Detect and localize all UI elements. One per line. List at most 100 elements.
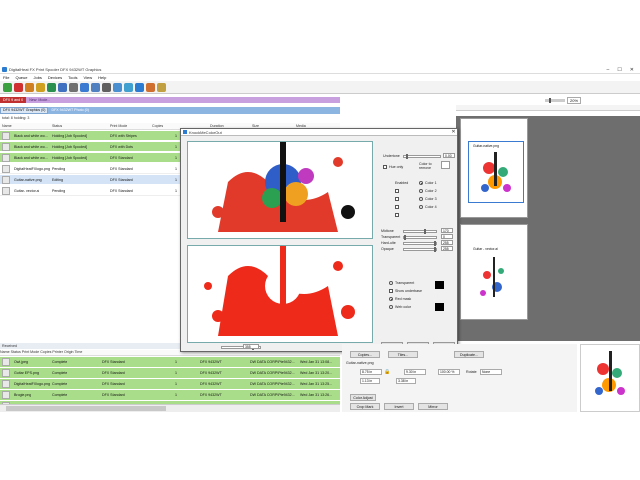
color-adjust-button[interactable]: Color Adjust	[350, 394, 376, 401]
minimize-button[interactable]: –	[607, 67, 610, 73]
ripped-icon[interactable]	[58, 82, 67, 92]
rotate-icon[interactable]	[135, 82, 144, 92]
preview-zoom-value[interactable]: 355	[243, 344, 259, 349]
maximize-button[interactable]: ☐	[617, 67, 621, 73]
x-position-field[interactable]: 1.13 in	[360, 378, 380, 384]
transparent-value[interactable]: 0	[441, 234, 453, 239]
lock-aspect-icon[interactable]: 🔒	[384, 369, 390, 375]
color4-enabled[interactable]	[395, 213, 399, 217]
job-name: Black and white wo...	[14, 145, 48, 149]
undertone-value[interactable]: 0.00	[443, 153, 455, 158]
print-icon[interactable]	[25, 82, 34, 92]
add-job-icon[interactable]	[3, 82, 12, 92]
menu-help[interactable]: Help	[98, 75, 106, 80]
menu-jobs[interactable]: Jobs	[33, 75, 41, 80]
refresh-icon[interactable]	[47, 82, 56, 92]
palette-icon[interactable]	[157, 82, 166, 92]
printer-tab-graphics[interactable]: DFX 9432WT Graphics (0)	[0, 106, 49, 114]
job-status: Holding [Job Spooled]	[52, 156, 88, 160]
tiles-button[interactable]: Tiles...	[388, 351, 418, 358]
copy-icon[interactable]	[113, 82, 122, 92]
crop-mark-button[interactable]: Crop Mark	[350, 403, 380, 410]
job-status: Holding [Job Spooled]	[52, 134, 88, 138]
col-print-mode[interactable]: Print Mode	[110, 124, 127, 128]
hold-icon[interactable]	[36, 82, 45, 92]
rotate-select[interactable]: None	[480, 369, 502, 375]
settings-icon[interactable]	[69, 82, 78, 92]
r-col-status[interactable]: Status	[11, 350, 21, 354]
web-color-swatch[interactable]	[435, 303, 444, 311]
page-2[interactable]: Guitar - vector.ai	[460, 224, 528, 320]
horizontal-scrollbar[interactable]	[0, 404, 340, 412]
layout-icon[interactable]	[80, 82, 89, 92]
color2-radio[interactable]	[419, 189, 423, 193]
placed-image-selected[interactable]: Guitar-native.png	[468, 141, 524, 203]
received-row[interactable]: Brogie.png Complete DFX Standard 1 DFX 9432W…	[0, 390, 340, 401]
r-col-print-mode[interactable]: Print Mode	[22, 350, 39, 354]
hue-only-checkbox[interactable]	[383, 165, 387, 169]
color4-radio[interactable]	[419, 205, 423, 209]
layout-canvas[interactable]: Guitar-native.png Guitar - vector.ai	[456, 116, 640, 341]
color3-enabled[interactable]	[395, 205, 399, 209]
height-field[interactable]: 9.30 in	[404, 369, 426, 375]
midtone-value[interactable]: 170	[441, 228, 453, 233]
transparent-radio[interactable]	[389, 281, 393, 285]
received-row[interactable]: Guitar EPS.png Complete DFX Standard 1 DFX 9…	[0, 368, 340, 379]
color1-enabled[interactable]	[395, 189, 399, 193]
original-preview[interactable]	[187, 141, 373, 239]
close-button[interactable]: ✕	[630, 67, 634, 73]
width-field[interactable]: 8.75 in	[360, 369, 382, 375]
opaque-slider[interactable]	[403, 247, 437, 252]
r-col-name[interactable]: Name	[0, 350, 10, 354]
menu-tools[interactable]: Tools	[68, 75, 77, 80]
cut-icon[interactable]	[102, 82, 111, 92]
show-underbase-checkbox[interactable]	[389, 289, 393, 293]
transparent-slider[interactable]	[403, 235, 437, 240]
remove-job-icon[interactable]	[14, 82, 23, 92]
invert-button[interactable]: Invert	[384, 403, 414, 410]
undertone-slider[interactable]	[403, 154, 441, 159]
duplicate-button[interactable]: Duplicate...	[454, 351, 484, 358]
color2-enabled[interactable]	[395, 197, 399, 201]
web-color-radio[interactable]	[389, 305, 393, 309]
hard-ulte-value[interactable]: 255	[441, 240, 453, 245]
hard-ulte-slider[interactable]	[403, 241, 437, 246]
menu-view[interactable]: View	[84, 75, 93, 80]
col-status[interactable]: Status	[52, 124, 62, 128]
dialog-close-icon[interactable]: ✕	[450, 129, 457, 135]
r-col-origin[interactable]: Origin	[64, 350, 74, 354]
queue-tab-new[interactable]: New: Mode...	[26, 96, 340, 103]
received-status: Complete	[52, 360, 68, 364]
opaque-value[interactable]: 255	[441, 246, 453, 251]
color-icon[interactable]	[146, 82, 155, 92]
mirror-button[interactable]: Mirror	[418, 403, 448, 410]
color1-radio[interactable]	[419, 181, 423, 185]
col-copies[interactable]: Copies	[152, 124, 163, 128]
background-swatch-black[interactable]	[435, 281, 444, 289]
page-1[interactable]: Guitar-native.png	[460, 118, 528, 218]
zoom-value[interactable]: 20%	[567, 97, 582, 104]
printer-tab-photo[interactable]: DFX 9432WT Photo (0)	[48, 106, 340, 114]
queue-tab-main[interactable]: DFX 9 and 0	[0, 96, 27, 103]
arrange-icon[interactable]	[91, 82, 100, 92]
menu-devices[interactable]: Devices	[48, 75, 62, 80]
r-col-printer[interactable]: Printer	[52, 350, 63, 354]
red-mask-radio[interactable]	[389, 297, 393, 301]
menu-queue[interactable]: Queue	[15, 75, 27, 80]
color3-radio[interactable]	[419, 197, 423, 201]
scale-field[interactable]: 100.00 %	[438, 369, 460, 375]
color-to-remove-swatch[interactable]	[441, 161, 450, 169]
received-row[interactable]: Owl.jpeg Complete DFX Standard 1 DFX 9432WT D…	[0, 357, 340, 368]
copies-button[interactable]: Copies...	[350, 351, 380, 358]
menu-file[interactable]: File	[3, 75, 9, 80]
zoom-slider[interactable]	[545, 98, 565, 103]
received-row[interactable]: DigitalHeatFXlogo.png Complete DFX Standar…	[0, 379, 340, 390]
midtone-slider[interactable]	[403, 229, 437, 234]
col-name[interactable]: Name	[2, 124, 12, 128]
y-position-field[interactable]: 3.38 in	[396, 378, 416, 384]
r-col-copies[interactable]: Copies	[40, 350, 51, 354]
mirror-icon[interactable]	[124, 82, 133, 92]
r-col-time[interactable]: Time	[75, 350, 83, 354]
thumbnail-art	[595, 351, 625, 395]
result-preview[interactable]	[187, 245, 373, 343]
